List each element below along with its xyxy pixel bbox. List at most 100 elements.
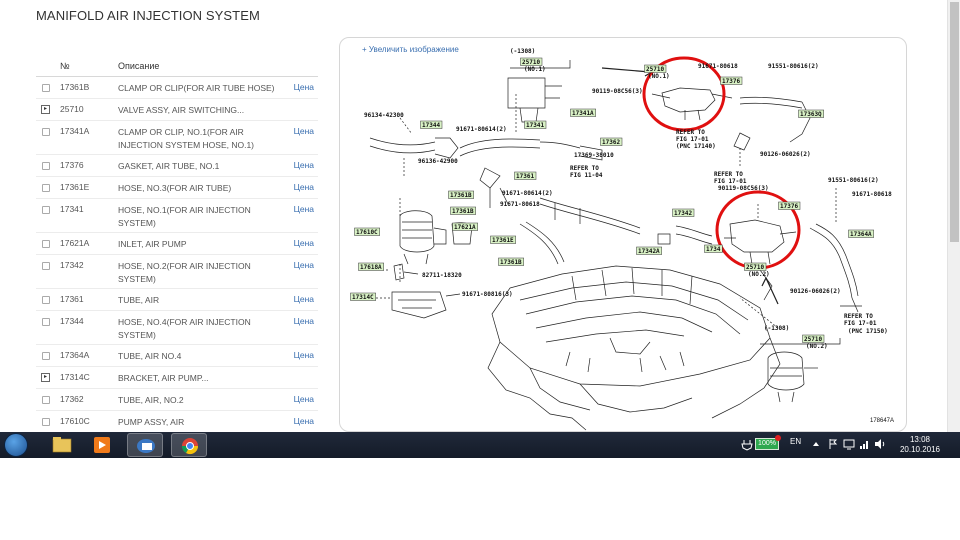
diagram-label: 91551-80616(2) (768, 63, 819, 70)
row-checkbox[interactable] (42, 396, 50, 404)
diagram-label: 91671-80614(2) (502, 190, 553, 197)
row-checkbox[interactable] (42, 418, 50, 426)
price-link[interactable]: Цена (294, 126, 314, 136)
flag-icon[interactable] (828, 438, 838, 450)
screen-icon[interactable] (843, 438, 855, 450)
table-row[interactable]: 17361B CLAMP OR CLIP(FOR AIR TUBE HOSE) Це… (36, 77, 318, 99)
part-description: CLAMP OR CLIP(FOR AIR TUBE HOSE) (118, 83, 275, 93)
table-row[interactable]: 17361 TUBE, AIR Цена (36, 289, 318, 311)
diagram-label: (PNC 17150) (848, 328, 888, 335)
part-number: 17344 (60, 316, 84, 326)
part-number: 17362 (60, 394, 84, 404)
diagram-label: 17341A (572, 110, 594, 117)
outlook-icon (137, 439, 155, 453)
part-description: PUMP ASSY, AIR (118, 417, 185, 427)
diagram-label: 91551-80616(2) (828, 177, 879, 184)
part-number: 17364A (60, 350, 90, 360)
diagram-label: 90119-08C56(3) (592, 88, 643, 95)
diagram-label: 25710 (646, 66, 664, 73)
scrollbar-thumb[interactable] (950, 2, 959, 242)
row-checkbox[interactable] (42, 128, 50, 136)
price-link[interactable]: Цена (294, 350, 314, 360)
row-checkbox[interactable] (42, 184, 50, 192)
table-row[interactable]: 17376 GASKET, AIR TUBE, NO.1 Цена (36, 155, 318, 177)
taskbar-clock[interactable]: 13:08 20.10.2016 (896, 435, 944, 455)
diagram-label: 17314C (352, 294, 374, 301)
diagram-label: 91671-80614(2) (456, 126, 507, 133)
arrow-up-icon[interactable] (812, 440, 820, 448)
battery-alert-dot (775, 435, 781, 441)
part-description: GASKET, AIR TUBE, NO.1 (118, 161, 220, 171)
clock-time: 13:08 (909, 435, 931, 444)
file-explorer-button[interactable] (44, 433, 80, 457)
price-link[interactable]: Цена (294, 416, 314, 426)
row-checkbox[interactable] (42, 240, 50, 248)
diagram-label: 17361B (500, 259, 522, 266)
row-checkbox[interactable] (42, 296, 50, 304)
file-explorer-icon (52, 437, 72, 453)
price-link[interactable]: Цена (294, 394, 314, 404)
outlook-button[interactable] (127, 433, 163, 457)
table-row[interactable]: ▸ 17314C BRACKET, AIR PUMP... (36, 367, 318, 389)
chrome-button[interactable] (171, 433, 207, 457)
speaker-icon[interactable] (874, 438, 886, 450)
price-link[interactable]: Цена (294, 238, 314, 248)
part-description: HOSE, NO.1(FOR AIR INJECTION SYSTEM) (118, 205, 251, 228)
diagram-label: 82711-18320 (422, 272, 462, 279)
expand-icon[interactable]: ▸ (41, 105, 50, 114)
table-row[interactable]: 17341 HOSE, NO.1(FOR AIR INJECTION SYSTEM… (36, 199, 318, 233)
table-row[interactable]: 17364A TUBE, AIR NO.4 Цена (36, 345, 318, 367)
network-icon[interactable] (859, 438, 871, 450)
diagram-label: (NO.1) (648, 73, 670, 80)
price-link[interactable]: Цена (294, 260, 314, 270)
table-row[interactable]: 17362 TUBE, AIR, NO.2 Цена (36, 389, 318, 411)
table-row[interactable]: 17341A CLAMP OR CLIP, NO.1(FOR AIR INJECT… (36, 121, 318, 155)
table-row[interactable]: 17610C PUMP ASSY, AIR Цена (36, 411, 318, 432)
row-checkbox[interactable] (42, 318, 50, 326)
diagram-label: 17610C (356, 229, 378, 236)
expand-icon[interactable]: ▸ (41, 373, 50, 382)
part-number: 17361B (60, 82, 90, 92)
row-checkbox[interactable] (42, 262, 50, 270)
diagram-label: 17363Q (800, 111, 822, 118)
language-indicator[interactable]: EN (790, 437, 801, 463)
diagram-label: 17361E (492, 237, 514, 244)
row-checkbox[interactable] (42, 84, 50, 92)
row-checkbox[interactable] (42, 352, 50, 360)
price-link[interactable]: Цена (294, 294, 314, 304)
table-row[interactable]: 17342 HOSE, NO.2(FOR AIR INJECTION SYSTEM… (36, 255, 318, 289)
diagram-label: REFER TO (714, 171, 743, 178)
column-number-header: № (60, 61, 70, 71)
table-row[interactable]: 17621A INLET, AIR PUMP Цена (36, 233, 318, 255)
table-row[interactable]: ▸ 25710 VALVE ASSY, AIR SWITCHING... (36, 99, 318, 121)
media-player-button[interactable] (84, 433, 120, 457)
diagram-label: 17369-38010 (574, 152, 614, 159)
diagram-label: REFER TO (676, 129, 705, 136)
diagram-label: 17342A (638, 248, 660, 255)
windows-start-icon[interactable] (4, 433, 28, 457)
part-number: 17342 (60, 260, 84, 270)
price-link[interactable]: Цена (294, 182, 314, 192)
row-checkbox[interactable] (42, 206, 50, 214)
diagram-label: (-1308) (764, 325, 789, 332)
price-link[interactable]: Цена (294, 160, 314, 170)
diagram-label: REFER TO (844, 313, 873, 320)
price-link[interactable]: Цена (294, 316, 314, 326)
price-link[interactable]: Цена (294, 204, 314, 214)
diagram-label: 17621A (454, 224, 476, 231)
row-checkbox[interactable] (42, 162, 50, 170)
plug-icon[interactable] (741, 438, 753, 452)
part-number: 17610C (60, 416, 90, 426)
diagram-label: 1734 (706, 246, 721, 253)
diagram-label: (NO.2) (748, 271, 770, 278)
page-scrollbar[interactable] (947, 0, 960, 432)
part-description: INLET, AIR PUMP (118, 239, 187, 249)
table-body: 17361B CLAMP OR CLIP(FOR AIR TUBE HOSE) Це… (36, 77, 318, 432)
table-row[interactable]: 17344 HOSE, NO.4(FOR AIR INJECTION SYSTEM… (36, 311, 318, 345)
table-header: № Описание (36, 56, 318, 77)
part-number: 17621A (60, 238, 90, 248)
part-number: 17341 (60, 204, 84, 214)
part-description: BRACKET, AIR PUMP... (118, 373, 209, 383)
price-link[interactable]: Цена (294, 82, 314, 92)
table-row[interactable]: 17361E HOSE, NO.3(FOR AIR TUBE) Цена (36, 177, 318, 199)
